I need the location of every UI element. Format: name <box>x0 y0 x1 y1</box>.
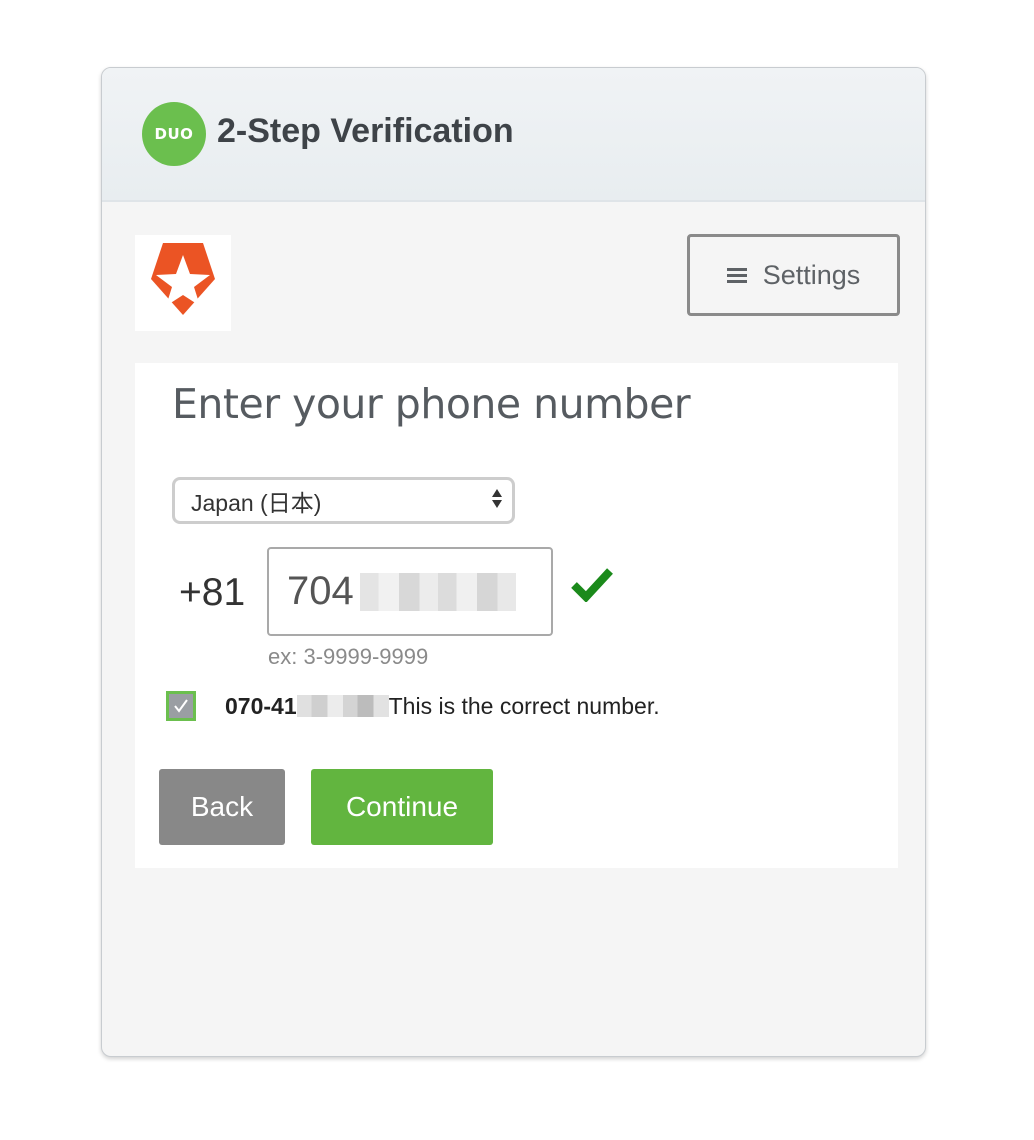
checkbox-check-icon <box>174 699 188 713</box>
settings-label: Settings <box>762 259 861 290</box>
card-header: DUO 2-Step Verification <box>102 68 925 202</box>
confirm-statement: This is the correct number. <box>388 693 660 719</box>
back-button[interactable]: Back <box>159 769 285 845</box>
country-code-label: +81 <box>179 571 246 614</box>
confirm-number: 070-41 <box>225 693 297 719</box>
enroll-phone-panel: Enter your phone number Japan (日本) +81 7… <box>135 363 898 868</box>
checkmark-icon <box>571 568 613 602</box>
country-select-value: Japan (日本) <box>191 489 322 516</box>
hamburger-menu-icon <box>726 267 747 283</box>
continue-button[interactable]: Continue <box>311 769 493 845</box>
duo-logo-icon: DUO <box>142 102 206 166</box>
redacted-number <box>296 695 389 717</box>
redacted-digits <box>359 572 516 611</box>
country-select[interactable]: Japan (日本) <box>172 477 515 524</box>
page-title: 2-Step Verification <box>217 112 514 150</box>
brand-logo-icon <box>135 235 231 331</box>
phone-format-hint: ex: 3-9999-9999 <box>268 644 429 669</box>
confirm-number-checkbox[interactable] <box>166 691 196 721</box>
auth0-shield-star-icon <box>151 243 215 315</box>
duo-logo-text: DUO <box>154 125 194 143</box>
duo-prompt-card: DUO 2-Step Verification Settings Enter y… <box>101 67 926 1057</box>
settings-button[interactable]: Settings <box>687 234 900 316</box>
confirm-number-label: 070-41 This is the correct number. <box>225 693 660 720</box>
phone-number-input[interactable]: 704 <box>267 547 553 636</box>
select-updown-icon <box>492 489 502 508</box>
panel-title: Enter your phone number <box>172 380 691 428</box>
phone-number-value: 704 <box>287 569 354 613</box>
